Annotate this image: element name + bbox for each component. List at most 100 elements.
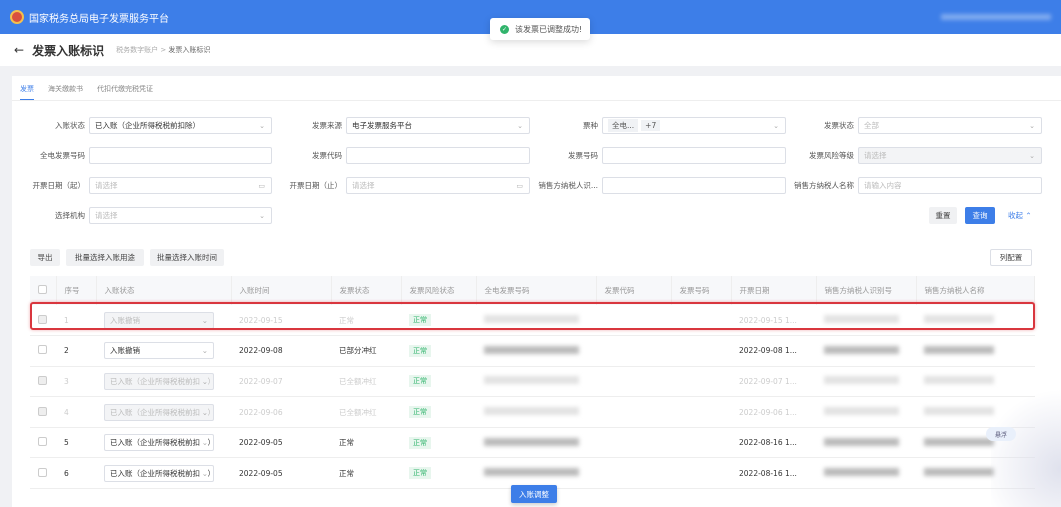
invoice-status-label: 发票状态 (824, 121, 854, 130)
tab-withholding[interactable]: 代扣代缴完税凭证 (97, 84, 153, 101)
row-checkbox[interactable] (38, 437, 47, 447)
entry-status-dropdown[interactable]: 已入账（企业所得税税前扣除） ⌄ (104, 372, 214, 390)
risk-cell: 正常 (401, 335, 476, 367)
seller-id-cell (816, 396, 916, 428)
invoice-status-select[interactable]: 全部 ⌄ (858, 117, 1042, 134)
code-cell (596, 427, 671, 459)
row-select-cell[interactable] (30, 305, 56, 337)
full-no-input[interactable] (89, 147, 272, 164)
code-cell (596, 366, 671, 398)
risk-cell: 正常 (401, 305, 476, 337)
entry-time: 2022-09-05 (231, 457, 331, 490)
row-checkbox[interactable] (38, 345, 47, 355)
number-label: 发票号码 (568, 151, 598, 160)
seller-name-cell (916, 305, 1035, 337)
app-title: 国家税务总局电子发票服务平台 (29, 13, 169, 25)
chevron-down-icon: ⌄ (517, 121, 523, 130)
number-input[interactable] (602, 147, 786, 164)
seller-name-input[interactable]: 请输入内容 (858, 177, 1042, 194)
number-cell (671, 305, 731, 337)
calendar-icon: ▭ (258, 181, 265, 190)
row-select-cell[interactable] (30, 335, 56, 367)
chevron-down-icon: ⌄ (199, 376, 208, 386)
row-number: 5 (56, 427, 96, 459)
invoice-table: 序号 入账状态 入账时间 发票状态 发票风险状态 全电发票号码 发票代码 发票号… (30, 276, 1035, 490)
full-no-cell (476, 335, 596, 367)
batch-time-button[interactable]: 批量选择入账时间 (150, 249, 224, 266)
row-select-cell[interactable] (30, 396, 56, 428)
entry-status-dropdown[interactable]: 已入账（企业所得税税前扣除） ⌄ (104, 434, 214, 452)
code-cell (596, 305, 671, 337)
row-checkbox[interactable] (38, 406, 47, 416)
column-config-button[interactable]: 列配置 (990, 249, 1032, 266)
code-label: 发票代码 (312, 151, 342, 160)
entry-status-cell: 入账撤销 ⌄ (96, 305, 231, 337)
table-row: 2 入账撤销 ⌄ 2022-09-08 已部分冲红 正常 2022-09-08 1… (30, 335, 1035, 367)
redacted-value (484, 468, 579, 477)
tab-customs[interactable]: 海关缴款书 (48, 84, 83, 101)
row-checkbox[interactable] (38, 467, 47, 477)
chevron-down-icon: ⌄ (259, 121, 265, 130)
code-cell (596, 335, 671, 367)
code-input[interactable] (346, 147, 530, 164)
table-row: 3 已入账（企业所得税税前扣除） ⌄ 2022-09-07 已全额冲红 正常 20… (30, 366, 1035, 398)
entry-status-dropdown[interactable]: 已入账（企业所得税税前扣除） ⌄ (104, 403, 214, 421)
row-number: 3 (56, 366, 96, 398)
entry-status-dropdown[interactable]: 入账撤销 ⌄ (104, 342, 214, 360)
select-all-checkbox[interactable] (38, 285, 47, 294)
invoice-status: 正常 (331, 305, 401, 337)
date-from-label: 开票日期（起） (32, 181, 86, 190)
redacted-value (924, 345, 994, 354)
breadcrumb: 税务数字账户 > 发票入账标识 (116, 45, 210, 55)
date-from-picker[interactable]: 请选择 ▭ (89, 177, 272, 194)
entry-adjust-button[interactable]: 入账调整 (511, 485, 557, 503)
org-label: 选择机构 (55, 211, 85, 220)
reset-button[interactable]: 重置 (929, 207, 957, 224)
issue-date: 2022-08-16 1... (731, 457, 816, 490)
row-select-cell[interactable] (30, 366, 56, 398)
query-button[interactable]: 查询 (965, 207, 995, 224)
redacted-value (484, 376, 579, 385)
risk-level-select[interactable]: 请选择 ⌄ (858, 147, 1042, 164)
number-cell (671, 396, 731, 428)
batch-use-button[interactable]: 批量选择入账用途 (66, 249, 144, 266)
source-select[interactable]: 电子发票服务平台 ⌄ (346, 117, 530, 134)
tab-invoice[interactable]: 发票 (20, 84, 34, 101)
full-no-cell (476, 427, 596, 459)
col-header: 销售方纳税人识别号 (816, 276, 917, 305)
seller-id-input[interactable] (602, 177, 786, 194)
seller-name-cell (916, 335, 1035, 367)
row-checkbox[interactable] (38, 375, 47, 385)
source-label: 发票来源 (312, 121, 342, 130)
full-no-cell (476, 396, 596, 428)
date-to-picker[interactable]: 请选择 ▭ (346, 177, 530, 194)
row-checkbox[interactable] (38, 314, 47, 324)
invoice-status: 已全额冲红 (331, 396, 401, 428)
chevron-down-icon: ⌄ (199, 438, 208, 448)
row-number: 1 (56, 305, 96, 337)
user-info[interactable] (941, 14, 1051, 20)
collapse-link[interactable]: 收起 ⌃ (1008, 210, 1032, 221)
entry-status-dropdown[interactable]: 入账撤销 ⌄ (104, 311, 214, 329)
row-select-cell[interactable] (30, 457, 56, 490)
side-widget[interactable]: 悬浮 (986, 427, 1016, 441)
select-all-header[interactable] (30, 276, 57, 305)
issue-date: 2022-09-07 1... (731, 366, 816, 398)
redacted-value (924, 468, 994, 477)
redacted-value (484, 315, 579, 324)
ticket-type-select[interactable]: 全电... +7 ⌄ (602, 117, 786, 134)
entry-status-dropdown[interactable]: 已入账（企业所得税税前扣除） ⌄ (104, 464, 214, 482)
back-arrow-icon[interactable]: ← (14, 43, 24, 57)
org-select[interactable]: 请选择 ⌄ (89, 207, 272, 224)
redacted-value (484, 345, 579, 354)
breadcrumb-item[interactable]: 税务数字账户 (116, 46, 158, 54)
row-select-cell[interactable] (30, 427, 56, 459)
entry-time: 2022-09-15 (231, 305, 331, 337)
seller-id-cell (816, 335, 916, 367)
redacted-value (824, 437, 899, 446)
col-header: 销售方纳税人名称 (916, 276, 1035, 305)
export-button[interactable]: 导出 (30, 249, 60, 266)
breadcrumb-current: 发票入账标识 (168, 46, 211, 54)
entry-status-select[interactable]: 已入账（企业所得税税前扣除） ⌄ (89, 117, 272, 134)
issue-date: 2022-09-06 1... (731, 396, 816, 428)
